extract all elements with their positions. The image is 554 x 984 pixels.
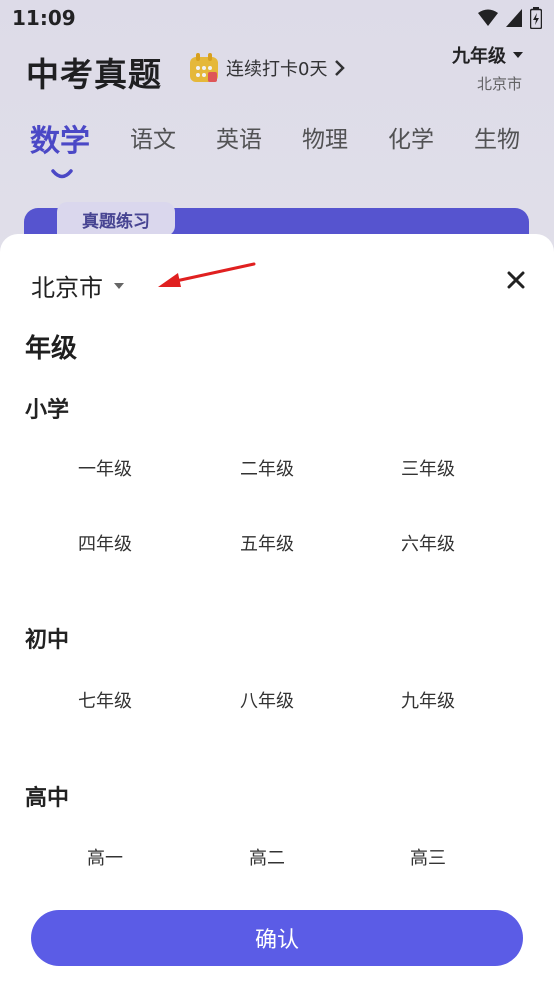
city-dropdown[interactable]: 北京市	[31, 268, 125, 303]
grade-picker-sheet: 北京市 年级 小学 一年级 二年级 三年级 四年级 五年级 六年级 初中 七年级…	[0, 234, 554, 984]
confirm-button[interactable]: 确认	[31, 910, 523, 966]
grade-option-3[interactable]: 三年级	[358, 448, 498, 488]
section-title-middle: 初中	[25, 628, 70, 653]
section-title-high: 高中	[25, 786, 70, 811]
grade-option-2[interactable]: 二年级	[197, 448, 337, 488]
grade-option-4[interactable]: 四年级	[35, 523, 175, 563]
close-icon	[507, 271, 525, 289]
grade-option-high-2[interactable]: 高二	[197, 837, 337, 877]
grade-option-8[interactable]: 八年级	[197, 680, 337, 720]
grade-option-1[interactable]: 一年级	[35, 448, 175, 488]
grade-option-5[interactable]: 五年级	[197, 523, 337, 563]
grade-heading: 年级	[25, 334, 78, 364]
grade-option-6[interactable]: 六年级	[358, 523, 498, 563]
grade-option-high-3[interactable]: 高三	[358, 837, 498, 877]
annotation-arrow	[158, 262, 256, 287]
grade-option-9[interactable]: 九年级	[358, 680, 498, 720]
grade-option-high-1[interactable]: 高一	[35, 837, 175, 877]
section-title-primary: 小学	[25, 398, 70, 423]
caret-down-icon	[114, 282, 124, 289]
city-dropdown-value: 北京市	[31, 274, 103, 302]
close-button[interactable]	[504, 268, 528, 292]
grade-option-7[interactable]: 七年级	[35, 680, 175, 720]
